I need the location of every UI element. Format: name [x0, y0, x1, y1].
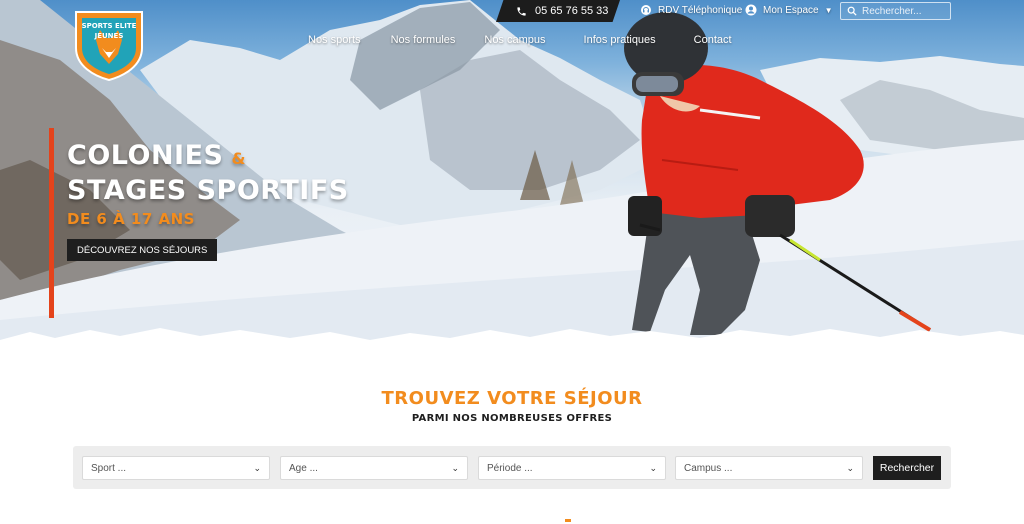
chevron-down-icon: ⌄	[451, 462, 459, 473]
nav-infos-pratiques[interactable]: Infos pratiques	[584, 34, 656, 46]
age-select-value: Age ...	[289, 462, 318, 474]
phone-icon	[517, 6, 526, 16]
page: SPORTS ELITE JEUNES 05 65 76 55 33 RDV T…	[0, 0, 1024, 524]
age-select[interactable]: Age ... ⌄	[280, 456, 468, 480]
chevron-down-icon: ⌄	[649, 462, 657, 473]
hero-ampersand: &	[231, 149, 246, 168]
chevron-down-icon: ⌄	[253, 462, 261, 473]
period-select-value: Période ...	[487, 462, 533, 474]
account-menu[interactable]: Mon Espace ▼	[745, 4, 833, 16]
hero-headline: COLONIES & STAGES SPORTIFS DE 6 À 17 ANS	[67, 140, 349, 229]
chevron-down-icon: ⌄	[846, 462, 854, 473]
hero-line1: COLONIES	[67, 140, 224, 171]
search-stays-button[interactable]: Rechercher	[873, 456, 941, 480]
main-nav: Nos sports Nos formules Nos campus Infos…	[308, 34, 732, 46]
period-select[interactable]: Période ... ⌄	[478, 456, 666, 480]
nav-nos-formules[interactable]: Nos formules	[391, 34, 456, 46]
hero-age-range: DE 6 À 17 ANS	[67, 210, 195, 228]
stay-search-bar: Sport ... ⌄ Age ... ⌄ Période ... ⌄ Camp…	[73, 446, 951, 489]
rdv-telephonique-link[interactable]: RDV Téléphonique	[640, 4, 742, 16]
campus-select-value: Campus ...	[684, 462, 733, 474]
sport-select-value: Sport ...	[91, 462, 127, 474]
site-logo[interactable]: SPORTS ELITE JEUNES	[72, 8, 146, 82]
finder-title: TROUVEZ VOTRE SÉJOUR	[381, 388, 643, 409]
finder-subtitle: PARMI NOS NOMBREUSES OFFRES	[411, 413, 613, 424]
hero-line2: STAGES SPORTIFS	[67, 175, 349, 206]
headset-icon	[641, 5, 651, 15]
site-search[interactable]	[840, 2, 951, 20]
phone-number: 05 65 76 55 33	[535, 5, 609, 17]
search-icon[interactable]	[847, 6, 857, 16]
account-label: Mon Espace	[763, 4, 819, 16]
logo-text-line1: SPORTS ELITE	[82, 22, 137, 30]
chevron-down-icon: ▼	[824, 5, 833, 15]
logo-text-line2: JEUNES	[94, 32, 124, 40]
discover-stays-button[interactable]: DÉCOUVREZ NOS SÉJOURS	[67, 239, 218, 261]
rdv-label: RDV Téléphonique	[658, 4, 743, 16]
nav-contact[interactable]: Contact	[694, 34, 732, 46]
nav-nos-campus[interactable]: Nos campus	[484, 34, 545, 46]
campus-select[interactable]: Campus ... ⌄	[675, 456, 863, 480]
user-icon	[745, 4, 757, 16]
phone-link[interactable]: 05 65 76 55 33	[496, 0, 620, 22]
nav-nos-sports[interactable]: Nos sports	[308, 34, 361, 46]
section-accent-mark	[565, 519, 571, 522]
search-input[interactable]	[862, 5, 948, 17]
sport-select[interactable]: Sport ... ⌄	[82, 456, 270, 480]
